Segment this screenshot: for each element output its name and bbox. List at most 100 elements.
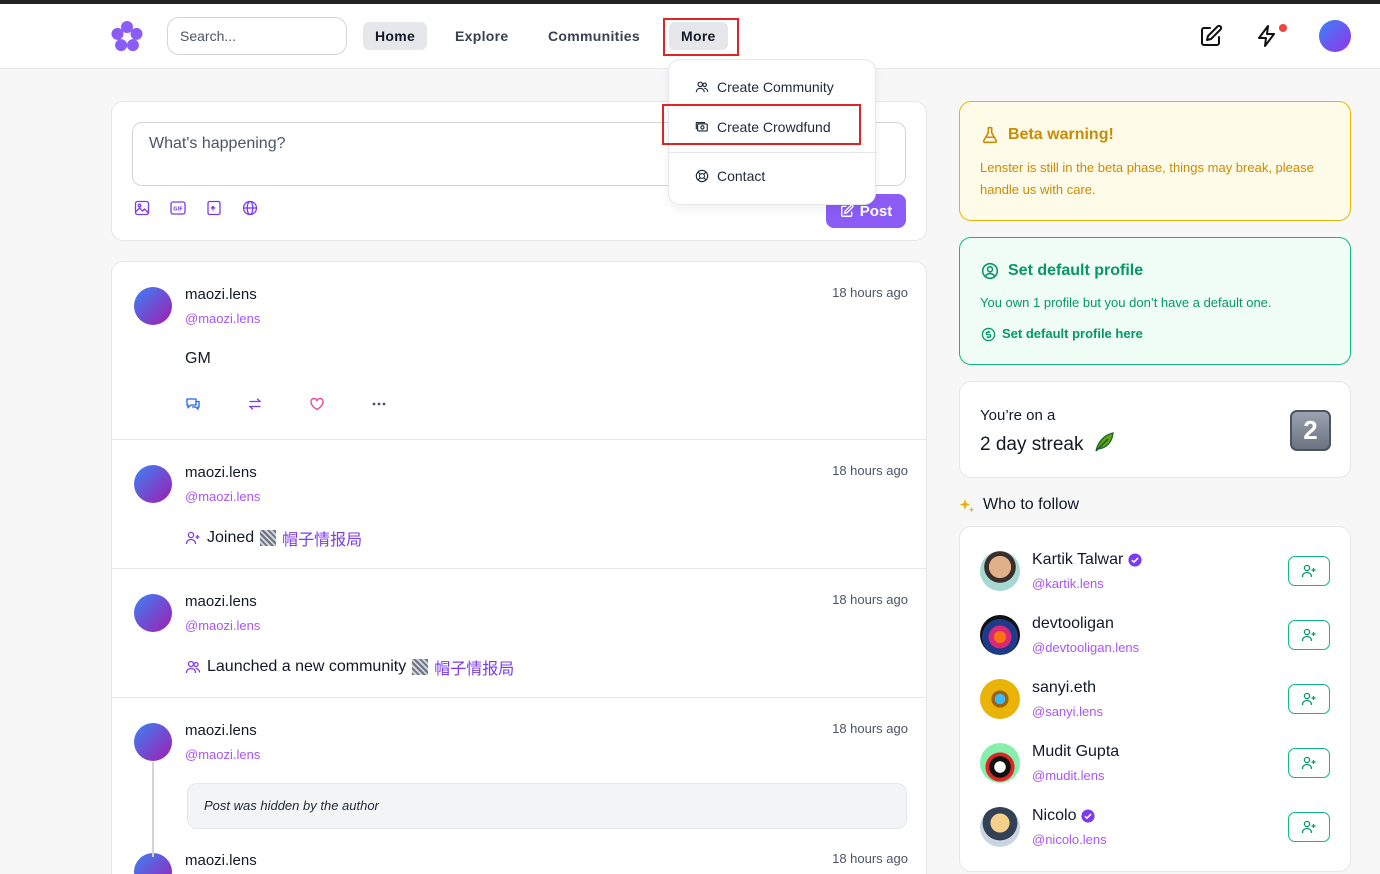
- streak-text: 2 day streak: [980, 434, 1084, 455]
- default-profile-card: Set default profile You own 1 profile bu…: [959, 237, 1351, 365]
- feed-post[interactable]: maozi.lens @maozi.lens 18 hours ago Join…: [112, 440, 926, 569]
- community-link[interactable]: 帽子情报局: [282, 526, 362, 550]
- post-body: GM: [185, 350, 211, 367]
- follow-avatar[interactable]: [980, 679, 1020, 719]
- post-avatar[interactable]: [134, 465, 172, 503]
- post-timestamp[interactable]: 18 hours ago: [832, 285, 908, 300]
- post-timestamp[interactable]: 18 hours ago: [832, 721, 908, 736]
- sparkles-icon: [959, 499, 975, 513]
- default-profile-title: Set default profile: [1008, 262, 1144, 279]
- post-author-handle[interactable]: @maozi.lens: [185, 618, 260, 633]
- post-author-name[interactable]: maozi.lens: [185, 593, 257, 610]
- post-actions: [185, 396, 387, 412]
- post-author-name[interactable]: maozi.lens: [185, 722, 257, 739]
- search-input[interactable]: [167, 17, 347, 55]
- follow-button[interactable]: [1288, 556, 1330, 586]
- menu-item-contact[interactable]: Contact: [669, 158, 877, 194]
- feed-post[interactable]: maozi.lens @maozi.lens 18 hours ago Laun…: [112, 569, 926, 698]
- post-activity: Joined 帽子情报局: [185, 526, 362, 550]
- post-timestamp[interactable]: 18 hours ago: [832, 592, 908, 607]
- follow-name[interactable]: sanyi.eth: [1032, 679, 1096, 697]
- follow-name-text[interactable]: sanyi.eth: [1032, 679, 1096, 697]
- follow-name[interactable]: Nicolo: [1032, 807, 1096, 825]
- verified-badge-icon: [1081, 809, 1096, 823]
- follow-button[interactable]: [1288, 684, 1330, 714]
- follow-name[interactable]: devtooligan: [1032, 615, 1114, 633]
- follow-handle[interactable]: @mudit.lens: [1032, 768, 1104, 783]
- post-avatar[interactable]: [134, 594, 172, 632]
- svg-text:GIF: GIF: [173, 207, 182, 213]
- post-author-name[interactable]: maozi.lens: [185, 464, 257, 481]
- follow-avatar[interactable]: [980, 615, 1020, 655]
- follow-name-text[interactable]: Kartik Talwar: [1032, 551, 1123, 569]
- post-timestamp[interactable]: 18 hours ago: [832, 851, 908, 866]
- post-avatar[interactable]: [134, 723, 172, 761]
- menu-item-create-community[interactable]: Create Community: [669, 69, 877, 105]
- follow-handle[interactable]: @sanyi.lens: [1032, 704, 1103, 719]
- follow-suggestion: devtooligan @devtooligan.lens: [960, 615, 1352, 679]
- lenster-logo-icon[interactable]: [110, 20, 144, 54]
- who-to-follow-title: Who to follow: [983, 496, 1080, 513]
- post-author-name[interactable]: maozi.lens: [185, 852, 257, 869]
- new-post-icon[interactable]: [1199, 24, 1223, 48]
- user-avatar[interactable]: [1319, 20, 1351, 52]
- users-icon: [695, 81, 709, 93]
- post-author-handle[interactable]: @maozi.lens: [185, 489, 260, 504]
- follow-name[interactable]: Mudit Gupta: [1032, 743, 1119, 761]
- user-add-icon: [1301, 820, 1316, 834]
- beta-warning-text: Lenster is still in the beta phase, thin…: [980, 160, 1314, 197]
- gif-icon[interactable]: GIF: [170, 200, 186, 216]
- follow-name-text[interactable]: devtooligan: [1032, 615, 1114, 633]
- follow-suggestion: Nicolo @nicolo.lens: [960, 807, 1352, 871]
- follow-avatar[interactable]: [980, 743, 1020, 783]
- comment-icon[interactable]: [185, 396, 201, 412]
- image-icon[interactable]: [134, 200, 150, 216]
- mirror-icon[interactable]: [247, 396, 263, 412]
- streak-line1: You’re on a: [980, 407, 1056, 424]
- follow-button[interactable]: [1288, 620, 1330, 650]
- like-icon[interactable]: [309, 396, 325, 412]
- post-author-handle[interactable]: @maozi.lens: [185, 311, 260, 326]
- post-author-name[interactable]: maozi.lens: [185, 286, 257, 303]
- user-add-icon: [1301, 692, 1316, 706]
- more-options-icon[interactable]: [371, 396, 387, 412]
- timeline-feed: maozi.lens @maozi.lens 18 hours ago GM m…: [111, 261, 927, 874]
- community-link[interactable]: 帽子情报局: [434, 655, 514, 679]
- collect-icon[interactable]: [206, 200, 222, 216]
- dollar-circle-icon: [981, 327, 996, 342]
- users-icon: [185, 660, 201, 674]
- follow-handle[interactable]: @kartik.lens: [1032, 576, 1104, 591]
- streak-count-badge: 2: [1290, 410, 1331, 451]
- highlight-box-create-crowdfund: [662, 104, 861, 145]
- follow-name-text[interactable]: Nicolo: [1032, 807, 1076, 825]
- follow-avatar[interactable]: [980, 807, 1020, 847]
- post-avatar[interactable]: [134, 287, 172, 325]
- post-author-handle[interactable]: @maozi.lens: [185, 747, 260, 762]
- post-timestamp[interactable]: 18 hours ago: [832, 463, 908, 478]
- set-default-profile-link[interactable]: Set default profile here: [1002, 326, 1143, 341]
- nav-communities[interactable]: Communities: [536, 22, 652, 50]
- follow-button[interactable]: [1288, 812, 1330, 842]
- follow-handle[interactable]: @devtooligan.lens: [1032, 640, 1139, 655]
- follow-button[interactable]: [1288, 748, 1330, 778]
- nav-home[interactable]: Home: [363, 22, 428, 50]
- streak-line2: 2 day streak: [980, 431, 1115, 456]
- feed-post[interactable]: maozi.lens @maozi.lens 18 hours ago GM: [112, 262, 926, 440]
- user-add-icon: [1301, 564, 1316, 578]
- follow-name[interactable]: Kartik Talwar: [1032, 551, 1142, 569]
- community-avatar: [412, 659, 429, 675]
- beta-warning-card: Beta warning! Lenster is still in the be…: [959, 101, 1351, 221]
- lightning-icon[interactable]: [1255, 24, 1279, 48]
- follow-avatar[interactable]: [980, 551, 1020, 591]
- follow-name-text[interactable]: Mudit Gupta: [1032, 743, 1119, 761]
- highlight-box-more: [663, 18, 739, 56]
- globe-icon[interactable]: [242, 200, 258, 216]
- beaker-icon: [982, 126, 998, 144]
- user-add-icon: [1301, 756, 1316, 770]
- post-button-label: Post: [859, 202, 893, 220]
- user-add-icon: [1301, 628, 1316, 642]
- follow-handle[interactable]: @nicolo.lens: [1032, 832, 1107, 847]
- follow-suggestion: Kartik Talwar @kartik.lens: [960, 551, 1352, 615]
- nav-explore[interactable]: Explore: [443, 22, 520, 50]
- user-add-icon: [185, 531, 200, 545]
